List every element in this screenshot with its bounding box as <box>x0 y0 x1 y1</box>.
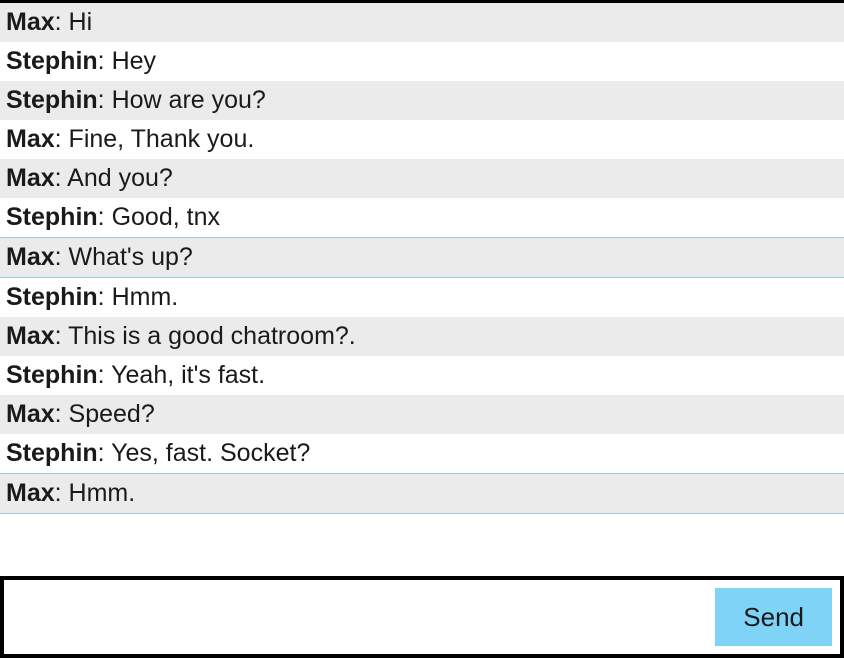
message-list: Max: HiStephin: HeyStephin: How are you?… <box>0 3 844 576</box>
message-sender: Stephin <box>6 203 98 231</box>
message-text: What's up? <box>69 243 193 271</box>
message-row: Max: And you? <box>0 159 844 198</box>
message-sender: Max <box>6 8 55 36</box>
message-row: Max: What's up? <box>0 237 844 278</box>
message-text: How are you? <box>112 86 266 114</box>
message-text: Hmm. <box>69 479 136 507</box>
message-row: Max: This is a good chatroom?. <box>0 317 844 356</box>
message-text: Good, tnx <box>112 203 220 231</box>
message-sender: Max <box>6 479 55 507</box>
message-row: Max: Speed? <box>0 395 844 434</box>
message-text: Yeah, it's fast. <box>111 361 265 389</box>
message-text: Speed? <box>69 400 155 428</box>
message-sender: Stephin <box>6 86 98 114</box>
message-input[interactable] <box>12 588 705 646</box>
message-sender: Stephin <box>6 283 98 311</box>
message-sender: Stephin <box>6 439 98 467</box>
message-row: Max: Fine, Thank you. <box>0 120 844 159</box>
input-bar: Send <box>0 576 844 658</box>
message-text: This is a good chatroom?. <box>68 322 356 350</box>
message-row: Stephin: Hey <box>0 42 844 81</box>
message-text: Yes, fast. Socket? <box>111 439 310 467</box>
message-text: And you? <box>67 164 173 192</box>
message-sender: Stephin <box>6 361 98 389</box>
message-row: Max: Hi <box>0 3 844 42</box>
message-sender: Max <box>6 400 55 428</box>
message-row: Stephin: How are you? <box>0 81 844 120</box>
message-row: Stephin: Hmm. <box>0 278 844 317</box>
message-row: Stephin: Yeah, it's fast. <box>0 356 844 395</box>
message-sender: Max <box>6 125 55 153</box>
message-row: Max: Hmm. <box>0 473 844 514</box>
send-button[interactable]: Send <box>715 588 832 646</box>
message-row: Stephin: Yes, fast. Socket? <box>0 434 844 473</box>
message-sender: Max <box>6 243 55 271</box>
message-sender: Max <box>6 164 55 192</box>
message-text: Hmm. <box>112 283 179 311</box>
message-sender: Max <box>6 322 55 350</box>
message-text: Hey <box>112 47 156 75</box>
chat-container: Max: HiStephin: HeyStephin: How are you?… <box>0 0 844 658</box>
message-sender: Stephin <box>6 47 98 75</box>
message-text: Hi <box>69 8 93 36</box>
message-row: Stephin: Good, tnx <box>0 198 844 237</box>
message-text: Fine, Thank you. <box>69 125 255 153</box>
